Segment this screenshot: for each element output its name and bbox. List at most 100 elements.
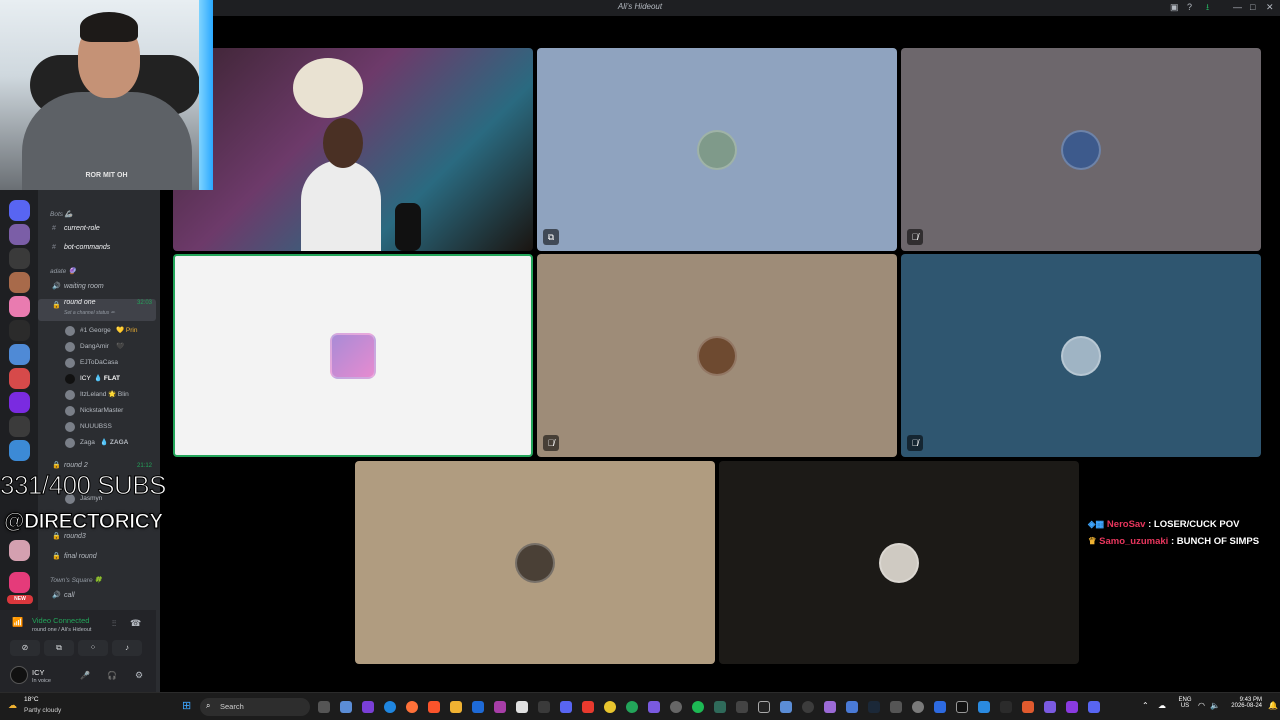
chevron-up-icon[interactable]: ⌃	[1142, 701, 1149, 710]
signal-icon[interactable]: 📶	[12, 617, 23, 628]
video-tile-cap[interactable]: 🎙̸	[901, 48, 1261, 251]
voice-user[interactable]: NUUUBSS	[38, 420, 156, 434]
voice-user[interactable]: DangAmir 🖤	[38, 340, 156, 354]
channel-current-role[interactable]: # current-role	[38, 222, 156, 236]
app-icon[interactable]	[1022, 701, 1034, 713]
app-icon[interactable]	[890, 701, 902, 713]
video-tile-beige[interactable]	[355, 461, 715, 664]
app-icon[interactable]	[648, 701, 660, 713]
server-icon[interactable]	[9, 296, 30, 317]
noise-suppression-icon[interactable]: ⫶⫶	[112, 619, 116, 629]
app-icon[interactable]	[758, 701, 770, 713]
voice-channel-round-one[interactable]: 🔒 round one 32:03 Set a channel status ✏	[38, 299, 156, 321]
app-icon[interactable]	[714, 701, 726, 713]
minimize-icon[interactable]: —	[1233, 2, 1242, 13]
spotify-icon[interactable]	[692, 701, 704, 713]
app-icon[interactable]	[516, 701, 528, 713]
server-icon[interactable]	[9, 392, 30, 413]
maximize-icon[interactable]: □	[1250, 2, 1255, 13]
server-icon[interactable]	[9, 344, 30, 365]
video-tile-blue[interactable]: 🎙̸	[901, 254, 1261, 457]
server-icon[interactable]	[9, 272, 30, 293]
soundboard-button[interactable]: ♪	[112, 640, 142, 656]
x-icon[interactable]	[956, 701, 968, 713]
app-icon[interactable]	[1066, 701, 1078, 713]
app-icon[interactable]	[538, 701, 550, 713]
voice-user[interactable]: ItzLeland 🌟 Blin	[38, 388, 156, 402]
server-icon[interactable]	[9, 416, 30, 437]
obs-icon[interactable]	[802, 701, 814, 713]
voice-status-subtitle[interactable]: round one / Ali's Hideout	[32, 627, 91, 633]
channel-bot-commands[interactable]: # bot-commands	[38, 241, 156, 255]
app-icon[interactable]	[846, 701, 858, 713]
brave-icon[interactable]	[428, 701, 440, 713]
video-tile-streamer[interactable]	[173, 48, 533, 251]
video-tile-curly[interactable]: 🎙̸	[537, 254, 897, 457]
close-icon[interactable]: ✕	[1266, 2, 1274, 13]
channel-status[interactable]: Set a channel status ✏	[64, 306, 115, 320]
category-adate[interactable]: adate 🔮	[38, 265, 156, 279]
app-icon[interactable]	[670, 701, 682, 713]
volume-icon[interactable]: 🔈	[1210, 701, 1220, 710]
server-icon[interactable]	[9, 572, 30, 593]
server-icon[interactable]	[9, 540, 30, 561]
gear-icon[interactable]: ⚙	[135, 670, 143, 681]
voice-status-title[interactable]: Video Connected	[32, 616, 89, 625]
windows-start-icon[interactable]: ⊞	[182, 700, 194, 712]
weather-temp[interactable]: 18°C	[24, 696, 39, 703]
server-icon[interactable]	[9, 200, 30, 221]
chrome-icon[interactable]	[604, 701, 616, 713]
voice-user[interactable]: EJToDaCasa	[38, 356, 156, 370]
voice-channel-final-round[interactable]: 🔒 final round	[38, 550, 156, 564]
voice-channel-waiting-room[interactable]: 🔊 waiting room	[38, 280, 156, 294]
app-icon[interactable]	[340, 701, 352, 713]
app-icon[interactable]	[978, 701, 990, 713]
voice-channel-call[interactable]: 🔊 call	[38, 589, 156, 603]
file-explorer-icon[interactable]	[450, 701, 462, 713]
app-icon[interactable]	[472, 701, 484, 713]
download-icon[interactable]: ⭳	[1206, 2, 1209, 13]
headphones-icon[interactable]: 🎧	[107, 671, 117, 680]
wifi-icon[interactable]: ◠	[1198, 701, 1205, 710]
inbox-icon[interactable]: ▣	[1170, 2, 1179, 13]
edge-icon[interactable]	[384, 701, 396, 713]
app-icon[interactable]	[494, 701, 506, 713]
steam-icon[interactable]	[868, 701, 880, 713]
discord-icon[interactable]	[560, 701, 572, 713]
server-icon[interactable]	[9, 320, 30, 341]
video-tile-logo[interactable]	[173, 254, 533, 457]
app-icon[interactable]	[1088, 701, 1100, 713]
notification-icon[interactable]: 🔔	[1268, 701, 1278, 710]
disconnect-icon[interactable]: ☎	[130, 618, 141, 629]
server-icon[interactable]	[9, 368, 30, 389]
language-indicator[interactable]: ENG US	[1176, 697, 1194, 709]
server-icon[interactable]	[9, 248, 30, 269]
weather-desc[interactable]: Partly cloudy	[24, 707, 61, 714]
user-name[interactable]: ICY	[32, 668, 45, 677]
voice-user[interactable]: Zaga 💧 ZAGA	[38, 436, 156, 450]
app-icon[interactable]	[1044, 701, 1056, 713]
screen-share-button[interactable]: ⧉	[44, 640, 74, 656]
task-view-icon[interactable]	[318, 701, 330, 713]
app-icon[interactable]	[736, 701, 748, 713]
app-icon[interactable]	[1000, 701, 1012, 713]
voice-user[interactable]: NickstarMaster	[38, 404, 156, 418]
app-icon[interactable]	[780, 701, 792, 713]
help-icon[interactable]: ?	[1187, 2, 1192, 13]
app-icon[interactable]	[912, 701, 924, 713]
video-tile-monkey[interactable]	[719, 461, 1079, 664]
camera-off-button[interactable]: ⊘	[10, 640, 40, 656]
app-icon[interactable]	[934, 701, 946, 713]
server-icon[interactable]	[9, 224, 30, 245]
app-icon[interactable]	[582, 701, 594, 713]
app-icon[interactable]	[362, 701, 374, 713]
taskbar-search[interactable]: ⌕ Search	[200, 698, 310, 716]
clock[interactable]: 9:43 PM 2026-08-24	[1222, 697, 1262, 709]
category-bots[interactable]: Bots 🦾	[38, 208, 156, 222]
microphone-icon[interactable]: 🎤	[80, 671, 90, 680]
tray-icon[interactable]: ☁	[1158, 701, 1166, 710]
user-avatar[interactable]	[10, 666, 28, 684]
firefox-icon[interactable]	[406, 701, 418, 713]
weather-icon[interactable]: ☁	[8, 700, 17, 711]
app-icon[interactable]	[626, 701, 638, 713]
